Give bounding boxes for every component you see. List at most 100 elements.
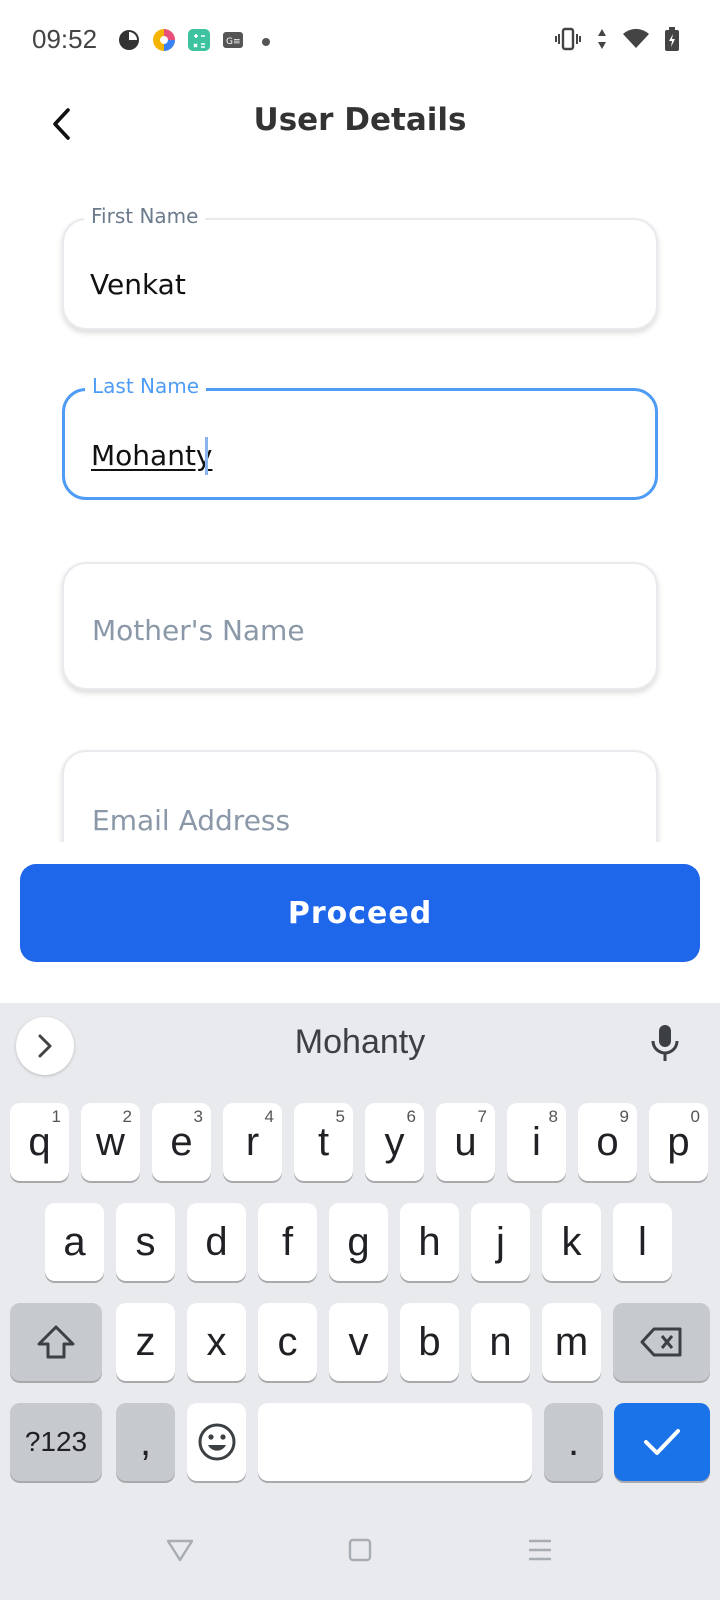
key-letter: i [532, 1119, 541, 1164]
key-f[interactable]: f [258, 1203, 317, 1281]
shift-key[interactable] [10, 1303, 102, 1381]
pie-app-icon [118, 29, 140, 55]
key-number-hint: 1 [51, 1107, 61, 1126]
suggestion-word[interactable]: Mohanty [0, 1023, 720, 1062]
microphone-icon [651, 1025, 679, 1061]
key-number-hint: 7 [477, 1107, 487, 1126]
enter-done-key[interactable] [614, 1403, 710, 1481]
period-key[interactable]: . [544, 1403, 603, 1481]
key-number-hint: 3 [193, 1107, 203, 1126]
key-e[interactable]: e3 [152, 1103, 211, 1181]
key-b[interactable]: b [400, 1303, 459, 1381]
key-j[interactable]: j [471, 1203, 530, 1281]
suggestion-strip: Mohanty [0, 1003, 720, 1089]
app-header: User Details [0, 80, 720, 170]
key-letter: e [170, 1119, 193, 1164]
emoji-smiley-icon [198, 1423, 235, 1461]
key-row-3: zxcvbnm [0, 1303, 720, 1383]
key-t[interactable]: t5 [294, 1103, 353, 1181]
key-letter: t [317, 1119, 330, 1164]
key-letter: r [245, 1119, 260, 1164]
symbols-key[interactable]: ?123 [10, 1403, 102, 1481]
key-i[interactable]: i8 [507, 1103, 566, 1181]
multicolor-app-icon [152, 28, 176, 56]
first-name-field[interactable]: First Name Venkat [62, 204, 658, 330]
key-h[interactable]: h [400, 1203, 459, 1281]
key-l[interactable]: l [613, 1203, 672, 1281]
email-address-placeholder: Email Address [92, 804, 291, 837]
last-name-field[interactable]: Last Name Mohanty [62, 374, 658, 500]
key-m[interactable]: m [542, 1303, 601, 1381]
backspace-key[interactable] [613, 1303, 710, 1381]
calculator-app-icon [188, 29, 210, 55]
proceed-button[interactable]: Proceed [20, 864, 700, 962]
microphone-button[interactable] [650, 1023, 680, 1067]
more-notifications-dot-icon [262, 38, 270, 46]
space-key[interactable] [258, 1403, 532, 1481]
form-scroll-area[interactable]: First Name Venkat Last Name Mohanty Moth… [0, 190, 720, 842]
key-number-hint: 9 [619, 1107, 629, 1126]
text-cursor [205, 437, 208, 475]
key-g[interactable]: g [329, 1203, 388, 1281]
square-home-icon [348, 1538, 372, 1562]
key-d[interactable]: d [187, 1203, 246, 1281]
key-number-hint: 5 [335, 1107, 345, 1126]
key-letter: p [667, 1119, 690, 1164]
key-q[interactable]: q1 [10, 1103, 69, 1181]
key-r[interactable]: r4 [223, 1103, 282, 1181]
wifi-icon [622, 27, 650, 55]
key-number-hint: 6 [406, 1107, 416, 1126]
key-number-hint: 0 [690, 1107, 700, 1126]
page-title: User Details [253, 102, 467, 138]
vibrate-icon [554, 27, 582, 55]
shift-arrow-icon [37, 1325, 75, 1359]
key-v[interactable]: v [329, 1303, 388, 1381]
last-name-label: Last Name [85, 374, 207, 398]
mothers-name-field[interactable]: Mother's Name [62, 562, 658, 690]
key-letter: y [384, 1119, 405, 1164]
key-row-4: ?123 , . [0, 1403, 720, 1483]
key-k[interactable]: k [542, 1203, 601, 1281]
backspace-icon [640, 1327, 681, 1357]
key-u[interactable]: u7 [436, 1103, 495, 1181]
key-p[interactable]: p0 [649, 1103, 708, 1181]
key-letter: w [96, 1119, 125, 1164]
status-bar: 09:52 G≡ [0, 0, 720, 80]
system-nav-bar [0, 1500, 720, 1600]
key-letter: u [454, 1119, 477, 1164]
key-number-hint: 4 [264, 1107, 274, 1126]
status-time: 09:52 [32, 24, 98, 54]
system-icons [554, 26, 680, 56]
battery-charging-icon [664, 26, 680, 56]
svg-text:G≡: G≡ [226, 37, 241, 47]
key-n[interactable]: n [471, 1303, 530, 1381]
gmail-g-app-icon: G≡ [222, 29, 244, 55]
key-w[interactable]: w2 [81, 1103, 140, 1181]
key-row-1: q1w2e3r4t5y6u7i8o9p0 [0, 1103, 720, 1183]
key-x[interactable]: x [187, 1303, 246, 1381]
nav-menu-button[interactable] [518, 1528, 562, 1572]
key-o[interactable]: o9 [578, 1103, 637, 1181]
notification-icons: G≡ [118, 28, 270, 56]
first-name-value: Venkat [90, 268, 186, 301]
key-letter: o [596, 1119, 619, 1164]
email-address-field[interactable]: Email Address [62, 750, 658, 842]
data-arrows-icon [596, 27, 608, 55]
key-number-hint: 2 [122, 1107, 132, 1126]
key-z[interactable]: z [116, 1303, 175, 1381]
mothers-name-placeholder: Mother's Name [92, 614, 305, 647]
nav-back-button[interactable] [158, 1528, 202, 1572]
checkmark-icon [644, 1429, 680, 1455]
key-row-2: asdfghjkl [0, 1203, 720, 1283]
key-c[interactable]: c [258, 1303, 317, 1381]
nav-home-button[interactable] [338, 1528, 382, 1572]
last-name-value: Mohanty [91, 439, 213, 472]
key-a[interactable]: a [45, 1203, 104, 1281]
key-y[interactable]: y6 [365, 1103, 424, 1181]
triangle-back-icon [166, 1539, 194, 1562]
menu-lines-icon [529, 1539, 551, 1561]
emoji-key[interactable] [187, 1403, 246, 1481]
key-s[interactable]: s [116, 1203, 175, 1281]
comma-key[interactable]: , [116, 1403, 175, 1481]
key-number-hint: 8 [548, 1107, 558, 1126]
